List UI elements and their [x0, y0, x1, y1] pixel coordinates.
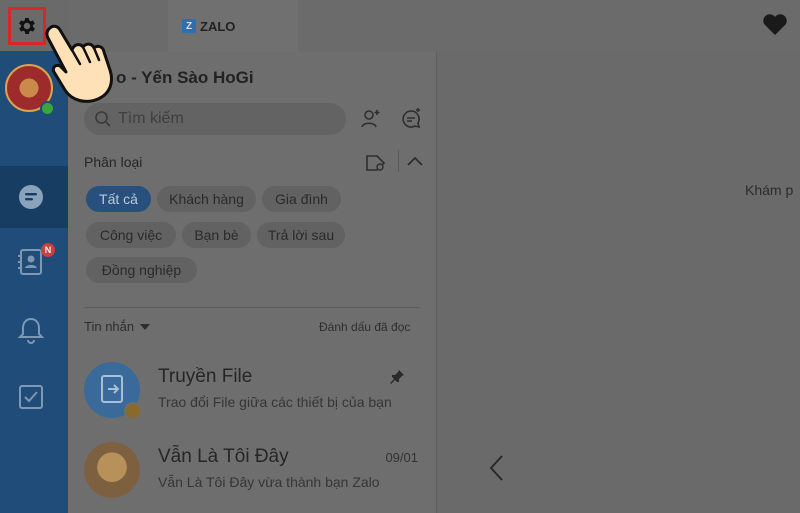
filter-section-label: Phân loại: [84, 154, 143, 170]
contact-avatar: [84, 442, 140, 498]
chip-reply-later[interactable]: Trả lời sau: [257, 222, 345, 248]
heart-icon[interactable]: [762, 13, 788, 37]
chat-icon: [19, 185, 43, 209]
conversation-item[interactable]: Truyền File Trao đổi File giữa các thiết…: [68, 352, 436, 432]
zalo-tab[interactable]: Z ZALO: [168, 0, 298, 52]
chip-all[interactable]: Tất cả: [86, 186, 151, 212]
create-group-button[interactable]: [398, 106, 424, 132]
chip-work[interactable]: Công việc: [86, 222, 176, 248]
search-icon: [95, 111, 111, 127]
search-placeholder: Tìm kiếm: [118, 110, 184, 127]
nav-todo-button[interactable]: [14, 380, 48, 414]
verified-check-icon: [124, 402, 142, 420]
nav-chat-button[interactable]: [14, 180, 48, 214]
create-group-icon: [402, 108, 421, 129]
pin-icon: [390, 370, 404, 384]
add-friend-icon: [361, 110, 380, 128]
chip-family[interactable]: Gia đình: [262, 186, 341, 212]
conversation-preview: Vẫn Là Tôi Đây vừa thành bạn Zalo: [158, 474, 380, 490]
conversation-time: 09/01: [385, 450, 418, 465]
conversation-name: Vẫn Là Tôi Đây: [158, 446, 289, 467]
account-title: o - Yến Sào HoGi: [116, 68, 254, 87]
messages-label: Tin nhắn: [84, 319, 135, 334]
chip-colleagues[interactable]: Đồng nghiệp: [86, 257, 197, 283]
conversation-item[interactable]: Vẫn Là Tôi Đây Vẫn Là Tôi Đây vừa thành …: [68, 432, 436, 512]
main-content-area: [436, 52, 800, 513]
search-input[interactable]: Tìm kiếm: [84, 103, 346, 135]
mark-all-read-link[interactable]: Đánh dấu đã đọc: [319, 320, 410, 334]
add-friend-button[interactable]: [358, 106, 384, 132]
zalo-logo-icon: Z: [182, 19, 196, 33]
tab-label: ZALO: [200, 18, 236, 34]
todo-icon: [19, 385, 43, 409]
explore-text: Khám p: [745, 182, 794, 198]
conversation-preview: Trao đổi File giữa các thiết bị của bạn: [158, 394, 392, 410]
section-divider: [84, 307, 420, 308]
bell-icon: [18, 317, 44, 344]
zalo-window: N Z ZALO o - Yến Sào HoGi Tìm kiếm Phân …: [0, 0, 800, 513]
chevron-down-icon: [140, 323, 151, 330]
tag-settings-icon[interactable]: [365, 153, 387, 173]
conversation-name: Truyền File: [158, 366, 253, 387]
header-separator: [398, 150, 399, 172]
chevron-left-icon[interactable]: [487, 453, 507, 483]
settings-icon: [19, 18, 35, 34]
chip-friends[interactable]: Bạn bè: [182, 222, 251, 248]
messages-filter-dropdown[interactable]: Tin nhắn: [84, 319, 152, 334]
nav-notifications-button[interactable]: [14, 313, 48, 347]
chip-customers[interactable]: Khách hàng: [157, 186, 256, 212]
chevron-up-icon[interactable]: [405, 153, 425, 169]
contacts-notification-badge: N: [41, 243, 55, 257]
pointing-hand-icon: [45, 24, 113, 103]
top-bar: Z ZALO: [68, 0, 800, 52]
